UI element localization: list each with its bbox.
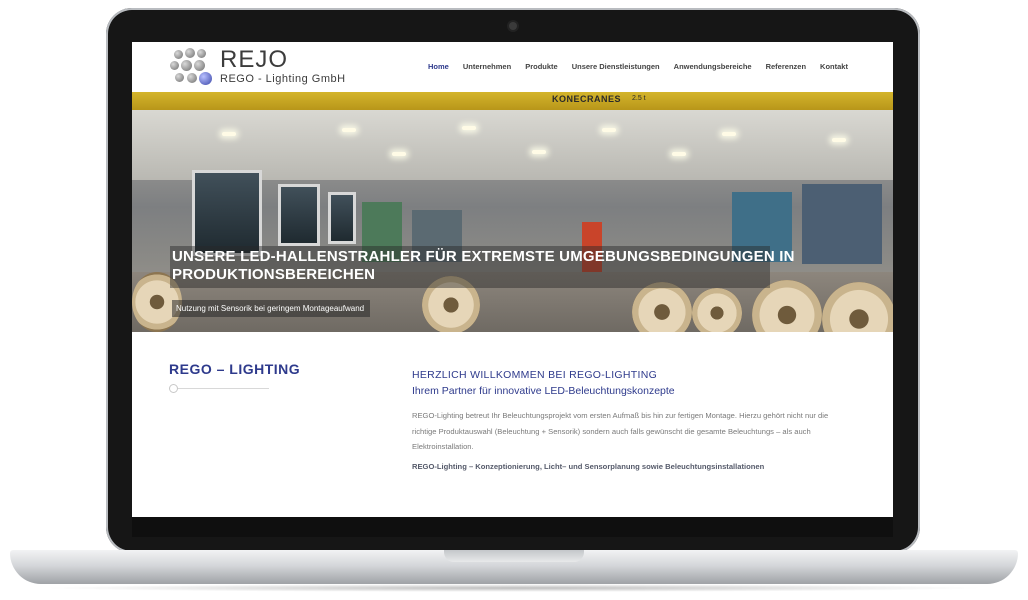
- nav-item-produkte[interactable]: Produkte: [525, 62, 558, 71]
- main-nav: Home Unternehmen Produkte Unsere Dienstl…: [428, 62, 848, 71]
- nav-item-home[interactable]: Home: [428, 62, 449, 71]
- nav-item-kontakt[interactable]: Kontakt: [820, 62, 848, 71]
- laptop-shadow: [40, 584, 988, 592]
- hero-banner: KONECRANES 2.5 t UNSERE LED-HALLENSTRAHL…: [132, 92, 893, 332]
- nav-item-referenzen[interactable]: Referenzen: [766, 62, 806, 71]
- sidebar-divider: [169, 388, 269, 389]
- logo-dots-icon: [170, 48, 214, 88]
- hero-crane: [132, 92, 893, 110]
- logo[interactable]: REJO REGO - Lighting GmbH: [170, 48, 390, 90]
- welcome-heading: HERZLICH WILLKOMMEN BEI REGO-LIGHTING: [412, 369, 658, 381]
- partner-subheading: Ihrem Partner für innovative LED-Beleuch…: [412, 385, 675, 397]
- nav-item-unternehmen[interactable]: Unternehmen: [463, 62, 511, 71]
- hero-window: [278, 184, 320, 246]
- webcam-icon: [509, 22, 517, 30]
- intro-text: REGO-Lighting betreut Ihr Beleuchtungspr…: [412, 411, 829, 451]
- bezel-bottom: [132, 517, 893, 537]
- hero-title: UNSERE LED-HALLENSTRAHLER FÜR EXTREMSTE …: [172, 248, 795, 283]
- nav-item-anwendungsbereiche[interactable]: Anwendungsbereiche: [674, 62, 752, 71]
- logo-title: REJO: [220, 46, 289, 73]
- nav-item-dienstleistungen[interactable]: Unsere Dienstleistungen: [572, 62, 660, 71]
- site-header: REJO REGO - Lighting GmbH Home Unternehm…: [132, 42, 893, 92]
- crane-label: KONECRANES: [552, 94, 622, 104]
- hero-window: [328, 192, 356, 244]
- sidebar-title: REGO – LIGHTING: [169, 361, 301, 377]
- crane-load: 2.5 t: [632, 95, 646, 102]
- hero-subtitle: Nutzung mit Sensorik bei geringem Montag…: [172, 300, 371, 317]
- tagline: REGO-Lighting – Konzeptionierung, Licht–…: [412, 462, 765, 471]
- logo-subtitle: REGO - Lighting GmbH: [220, 73, 346, 85]
- divider-circle-icon: [169, 384, 178, 393]
- website-screen: REJO REGO - Lighting GmbH Home Unternehm…: [132, 42, 893, 517]
- laptop-notch: [444, 550, 584, 562]
- hero-window: [192, 170, 262, 256]
